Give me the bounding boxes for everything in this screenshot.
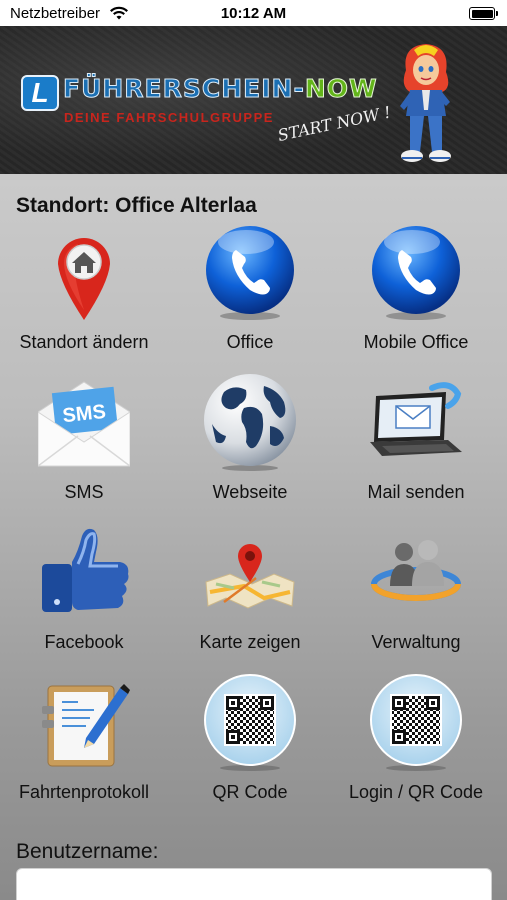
tile-show-map[interactable]: Karte zeigen (166, 522, 334, 664)
tile-website[interactable]: Webseite (166, 372, 334, 514)
tile-label: Facebook (44, 632, 124, 652)
tile-label: Login / QR Code (348, 782, 484, 802)
globe-icon (204, 374, 296, 471)
brand-main: FÜHRERSCHEIN- (63, 74, 305, 104)
battery-icon (469, 7, 498, 20)
tile-sms[interactable]: SMS SMS (0, 372, 168, 514)
tile-administration[interactable]: Verwaltung (332, 522, 500, 664)
location-title: Standort: Office Alterlaa (16, 194, 257, 217)
tile-office[interactable]: Office (166, 222, 334, 364)
tile-label: Office (226, 332, 274, 352)
tile-label: Verwaltung (371, 632, 461, 652)
qr-code-icon (204, 674, 296, 771)
tile-label: Mail senden (367, 482, 465, 502)
tile-change-location[interactable]: Standort ändern (0, 222, 168, 364)
header-banner: L FÜHRERSCHEIN-NOW DEINE FAHRSCHULGRUPPE… (0, 26, 507, 174)
sms-envelope-icon: SMS (38, 381, 130, 467)
tile-drive-log[interactable]: Fahrtenprotokoll (0, 672, 168, 814)
brand-name: FÜHRERSCHEIN-NOW (63, 74, 378, 104)
tile-send-mail[interactable]: Mail senden (332, 372, 500, 514)
phone-icon (372, 226, 460, 320)
tile-label: Fahrtenprotokoll (18, 782, 150, 802)
qr-code-icon (370, 674, 462, 771)
tile-facebook[interactable]: Facebook (0, 522, 168, 664)
logo-badge: L (21, 75, 59, 111)
tile-label: SMS (64, 482, 104, 502)
slogan: START NOW ! (276, 102, 393, 145)
tile-label: Mobile Office (363, 332, 469, 352)
users-icon (371, 540, 461, 601)
laptop-mail-icon (370, 382, 462, 456)
phone-icon (206, 226, 294, 320)
tile-label: QR Code (212, 782, 288, 802)
svg-text:SMS: SMS (62, 401, 107, 427)
map-icon (205, 544, 295, 609)
brand-tagline: DEINE FAHRSCHULGRUPPE (64, 110, 274, 125)
tile-label: Karte zeigen (199, 632, 301, 652)
tile-label: Webseite (212, 482, 288, 502)
clipboard-pen-icon (42, 684, 130, 767)
tile-label: Standort ändern (19, 332, 149, 352)
map-pin-home-icon (58, 238, 110, 320)
tile-login-qr-code[interactable]: Login / QR Code (332, 672, 500, 814)
username-input[interactable] (16, 868, 492, 900)
thumbs-up-icon (42, 528, 129, 612)
brand-accent: NOW (304, 74, 378, 104)
status-bar: Netzbetreiber 10:12 AM (0, 0, 507, 26)
clock: 10:12 AM (220, 5, 287, 22)
username-label: Benutzername: (16, 840, 159, 863)
tile-qr-code[interactable]: QR Code (166, 672, 334, 814)
mascot-illustration (400, 44, 451, 162)
tile-mobile-office[interactable]: Mobile Office (332, 222, 500, 364)
